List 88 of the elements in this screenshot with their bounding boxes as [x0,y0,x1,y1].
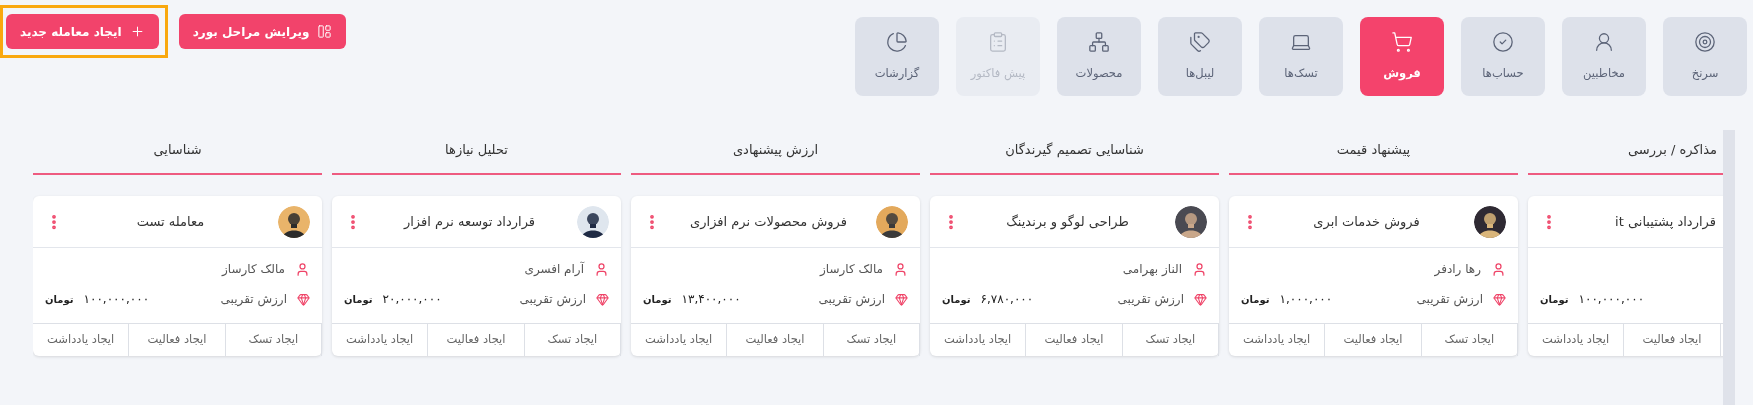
person-icon [295,261,310,277]
person-icon [594,261,609,277]
value-label: ارزش تقریبی [818,291,885,308]
gem-icon [1194,292,1207,306]
target-icon [1694,30,1716,53]
person-icon [1491,261,1506,277]
deal-card[interactable]: فروش خدمات ابری رها رادفر ارزش تقریبی ۱,۰۰۰,۰۰۰ تومان ایجاد یادداشت ایجاد فعالیت ایجاد تسک [1229,196,1518,356]
amount: ۱۳,۴۰۰,۰۰۰ [681,291,741,308]
clipboard-icon [987,30,1009,53]
card-action-button[interactable]: ایجاد تسک [225,324,322,356]
user-icon [1593,30,1615,53]
owner-name: مالک کارساز [820,261,883,278]
card-action-button[interactable]: ایجاد فعالیت [1624,324,1721,356]
value-label: ارزش تقریبی [1416,291,1483,308]
hierarchy-icon [1088,30,1110,53]
deal-card[interactable]: قرارداد پشتیبانی it ۱۰۰,۰۰۰,۰۰۰ تومان ایجاد یادداشت ایجاد فعالیت [1528,196,1723,356]
scrollbar[interactable] [1723,130,1735,405]
tags-icon [1189,30,1211,53]
nav-tile[interactable]: تسک‌ها [1259,17,1343,96]
nav-tile[interactable]: لیبل‌ها [1158,17,1242,96]
plus-icon [129,24,145,39]
gem-icon [596,292,609,306]
nav-tile[interactable]: حساب‌ها [1461,17,1545,96]
deal-title: طراحی لوگو و برندینگ [1006,212,1129,232]
person-icon [893,261,908,277]
card-action-button[interactable]: ایجاد یادداشت [1229,324,1326,356]
deal-card[interactable]: معامله تست مالک کارساز ارزش تقریبی ۱۰۰,۰۰۰,۰۰۰ تومان ایجاد یادداشت ایجاد فعالیت ایجاد تسک [33,196,322,356]
gem-icon [1493,292,1506,306]
card-action-button[interactable]: ایجاد یادداشت [1528,324,1625,356]
owner-name: رها رادفر [1434,261,1481,278]
header-button[interactable]: ویرایش مراحل بورد [178,14,347,49]
card-action-button[interactable]: ایجاد فعالیت [1325,324,1422,356]
deal-title: فروش خدمات ابری [1313,212,1420,232]
column-header: پیشنهاد قیمت [1229,130,1518,175]
pie-chart-icon [886,30,908,53]
currency: تومان [1540,292,1569,307]
card-action-button[interactable]: ایجاد تسک [1122,324,1219,356]
card-action-button[interactable]: ایجاد فعالیت [428,324,525,356]
card-action-button[interactable]: ایجاد یادداشت [930,324,1027,356]
currency: تومان [1241,292,1270,307]
check-circle-icon [1492,30,1514,53]
header-button[interactable]: ایجاد معامله جدید [6,14,159,49]
value-label: ارزش تقریبی [519,291,586,308]
deal-title: فروش محصولات نرم افزاری [690,212,847,232]
owner-name: مالک کارساز [222,261,285,278]
card-action-button[interactable]: ایجاد یادداشت [33,324,130,356]
column-header: ارزش پیشنهادی [631,130,920,175]
deal-title: قرارداد پشتیبانی it [1615,212,1716,232]
card-action-button[interactable]: ایجاد یادداشت [631,324,728,356]
column-header: شناسایی [33,130,322,175]
cart-icon [1391,30,1413,53]
gem-icon [895,292,908,306]
column-header: شناسایی تصمیم گیرندگان [930,130,1219,175]
gem-icon [297,292,310,306]
card-action-button[interactable]: ایجاد یادداشت [332,324,429,356]
currency: تومان [344,292,373,307]
nav-tile[interactable]: مخاطبین [1562,17,1646,96]
value-label: ارزش تقریبی [1117,291,1184,308]
value-label: ارزش تقریبی [220,291,287,308]
currency: تومان [643,292,672,307]
owner-name: الناز بهرامی [1122,261,1182,278]
deal-title: قرارداد توسعه نرم افزار [403,212,536,232]
amount: ۲۰,۰۰۰,۰۰۰ [382,291,442,308]
card-action-button[interactable]: ایجاد فعالیت [727,324,824,356]
nav-tile[interactable]: محصولات [1057,17,1141,96]
card-action-button[interactable]: ایجاد تسک [524,324,621,356]
deal-card[interactable]: طراحی لوگو و برندینگ الناز بهرامی ارزش تقریبی ۶,۷۸۰,۰۰۰ تومان ایجاد یادداشت ایجاد فعالیت ایجاد تسک [930,196,1219,356]
card-action-button[interactable]: ایجاد فعالیت [1026,324,1123,356]
deal-title: معامله تست [136,212,205,231]
amount: ۱۰۰,۰۰۰,۰۰۰ [1578,291,1645,308]
nav-tile[interactable]: سرنخ [1663,17,1747,96]
amount: ۱,۰۰۰,۰۰۰ [1279,291,1333,308]
columns-icon [317,24,333,39]
person-icon [1192,261,1207,277]
column-header: تحلیل نیازها [332,130,621,175]
currency: تومان [942,292,971,307]
deal-card[interactable]: قرارداد توسعه نرم افزار آرام افسری ارزش تقریبی ۲۰,۰۰۰,۰۰۰ تومان ایجاد یادداشت ایجاد فعالیت ایجاد تسک [332,196,621,356]
card-action-button[interactable]: ایجاد تسک [823,324,920,356]
column-header: مذاکره / بررسی [1528,130,1723,175]
owner-name: آرام افسری [524,260,584,278]
amount: ۱۰۰,۰۰۰,۰۰۰ [83,291,150,308]
card-action-button[interactable]: ایجاد فعالیت [129,324,226,356]
nav-tile[interactable]: فروش [1360,17,1444,96]
amount: ۶,۷۸۰,۰۰۰ [980,291,1034,308]
deal-card[interactable]: فروش محصولات نرم افزاری مالک کارساز ارزش تقریبی ۱۳,۴۰۰,۰۰۰ تومان ایجاد یادداشت ایجاد فعالیت ایجاد تسک [631,196,920,356]
nav-tile[interactable]: گزارشات [855,17,939,96]
currency: تومان [45,292,74,307]
card-action-button[interactable]: ایجاد تسک [1421,324,1518,356]
